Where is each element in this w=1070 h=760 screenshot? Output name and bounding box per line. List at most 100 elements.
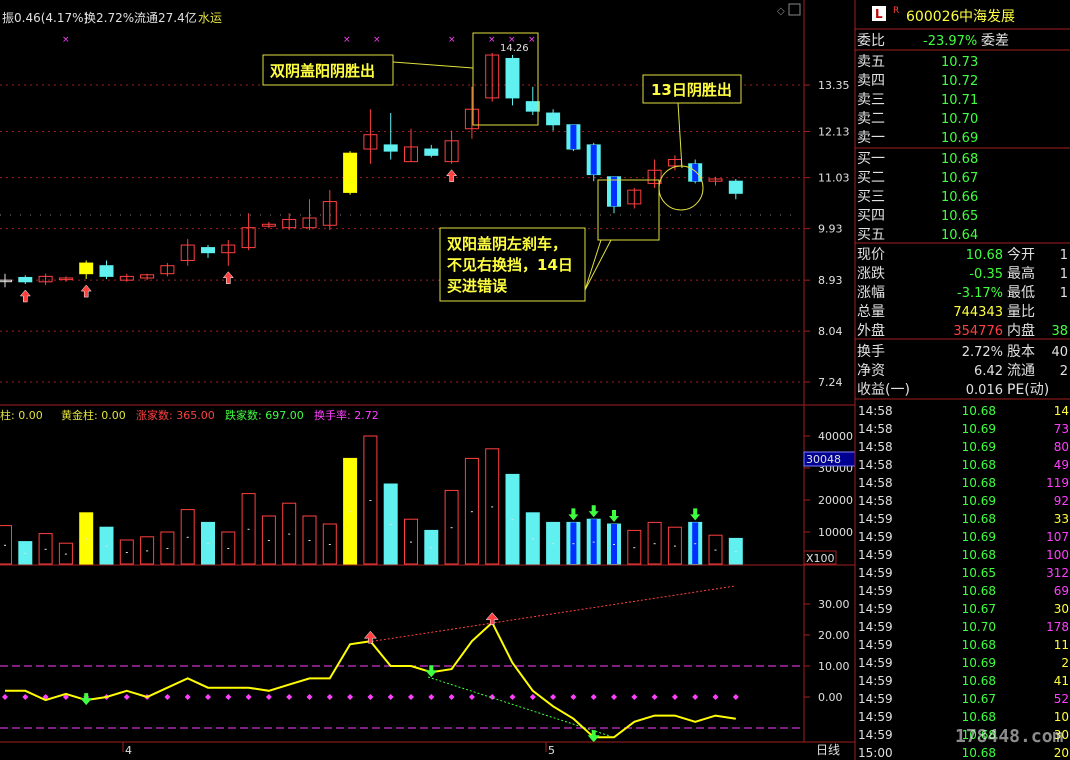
diamond-icon[interactable]: ◇ xyxy=(777,6,785,17)
volume-bar-dot xyxy=(267,540,270,541)
stat-label: 现价 xyxy=(857,247,885,263)
tick-time: 14:59 xyxy=(858,548,893,562)
tick-price: 10.69 xyxy=(962,530,996,544)
signal-marker: × xyxy=(373,35,381,45)
stock-name: 中海发展 xyxy=(959,9,1015,25)
tick-time: 14:59 xyxy=(858,512,893,526)
volume-bar-dot xyxy=(734,551,737,553)
ask-label: 卖四 xyxy=(857,73,885,89)
tick-time: 14:59 xyxy=(858,566,893,580)
tick-volume: 41 xyxy=(1054,674,1069,688)
volume-bar-dot xyxy=(125,552,128,553)
stat-value: 2.72% xyxy=(962,345,1003,360)
tick-time: 14:58 xyxy=(858,476,893,490)
candle-body xyxy=(343,152,358,193)
tick-price: 10.68 xyxy=(962,638,996,652)
volume-bar-dot xyxy=(308,540,311,541)
info-header: 振0.46(4.17%) 换2.72% 流通27.4亿 水运 xyxy=(2,10,222,25)
signal-marker: × xyxy=(448,35,456,45)
candle-body xyxy=(728,180,743,194)
signal-marker: × xyxy=(528,35,536,45)
osc-tick-label: 30.00 xyxy=(818,598,850,611)
stat-label: 涨幅 xyxy=(857,285,885,301)
bid-label: 买三 xyxy=(857,189,885,205)
volume-bar-dot xyxy=(613,544,615,545)
tick-volume: 20 xyxy=(1054,746,1069,760)
stat-label: 换手 xyxy=(857,343,885,360)
ask-label: 卖三 xyxy=(857,92,885,108)
volume-bar-dot xyxy=(572,543,575,545)
tick-volume: 33 xyxy=(1054,512,1069,526)
volume-bar-dot xyxy=(714,549,717,551)
price-tick-label: 13.35 xyxy=(818,79,850,92)
price-tick-label: 7.24 xyxy=(818,376,843,389)
weicha-label: 委差 xyxy=(981,33,1009,49)
tick-price: 10.68 xyxy=(962,548,996,562)
tick-time: 15:00 xyxy=(858,746,893,760)
bid-label: 买一 xyxy=(857,151,885,167)
volume-bar-dot xyxy=(24,552,27,554)
signal-marker: × xyxy=(62,35,70,45)
tick-time: 14:58 xyxy=(858,494,893,508)
candle-body-core xyxy=(611,176,617,207)
candle-body xyxy=(525,101,540,112)
stat-label-right: 量比 xyxy=(1007,304,1035,320)
volume-bar-dot xyxy=(44,548,47,550)
candle-body xyxy=(79,262,94,275)
tick-volume: 312 xyxy=(1046,566,1069,580)
ask-price: 10.73 xyxy=(941,55,978,70)
period-label[interactable]: 日线 xyxy=(816,743,840,757)
tick-price: 10.65 xyxy=(962,566,996,580)
tick-time: 14:59 xyxy=(858,602,893,616)
stat-label: 收益(一) xyxy=(857,382,910,398)
watermark: 178448.com xyxy=(955,726,1064,747)
price-tick-label: 8.04 xyxy=(818,325,843,338)
bid-price: 10.67 xyxy=(941,171,978,186)
tick-volume: 80 xyxy=(1054,440,1069,454)
tick-time: 14:59 xyxy=(858,674,893,688)
stat-value-right: 1 xyxy=(1060,286,1068,301)
volume-bar-dot xyxy=(673,545,676,547)
stat-value-right: 40 xyxy=(1051,345,1068,360)
tick-volume: 30 xyxy=(1054,602,1069,616)
bid-label: 买二 xyxy=(857,170,885,186)
badge-R: R xyxy=(893,6,899,16)
volume-bar-dot xyxy=(633,547,636,549)
tick-volume: 69 xyxy=(1054,584,1069,598)
bid-price: 10.68 xyxy=(941,152,978,167)
tick-time: 14:59 xyxy=(858,638,893,652)
float-cap-text: 流通27.4亿 xyxy=(134,10,197,25)
tick-volume: 178 xyxy=(1046,620,1069,634)
tick-price: 10.68 xyxy=(962,404,996,418)
ask-price: 10.69 xyxy=(941,131,978,146)
ask-label: 卖二 xyxy=(857,111,885,127)
stat-value: 6.42 xyxy=(974,364,1003,379)
stat-value: 0.016 xyxy=(966,383,1003,398)
tick-price: 10.69 xyxy=(962,656,996,670)
ask-price: 10.70 xyxy=(941,112,978,127)
stock-chart-window: 13.3512.1311.039.938.938.047.24 × × × × … xyxy=(0,0,1070,760)
volume-bar-dot xyxy=(288,533,291,535)
tick-volume: 52 xyxy=(1054,692,1069,706)
indicator-label: 涨家数: 365.00 xyxy=(136,408,215,422)
ask-price: 10.71 xyxy=(941,93,978,108)
osc-tick-label: 20.00 xyxy=(818,629,850,642)
stat-value: -0.35 xyxy=(969,267,1003,282)
sector-text: 水运 xyxy=(198,11,222,25)
bid-label: 买四 xyxy=(857,208,885,224)
tick-price: 10.70 xyxy=(962,620,996,634)
tick-time: 14:59 xyxy=(858,728,893,742)
volume-bar-dot xyxy=(389,524,392,525)
tick-volume: 73 xyxy=(1054,422,1069,436)
tick-price: 10.69 xyxy=(962,440,996,454)
price-tick-label: 8.93 xyxy=(818,274,843,287)
annotation-bottom-line3: 买进错误 xyxy=(447,277,508,295)
bid-price: 10.66 xyxy=(941,190,978,205)
tick-price: 10.68 xyxy=(962,584,996,598)
peak-price-label: 14.26 xyxy=(500,43,529,54)
stat-label-right: 流通 xyxy=(1007,363,1035,379)
candle-body xyxy=(201,247,215,254)
tick-volume: 92 xyxy=(1054,494,1069,508)
candle-body xyxy=(99,265,114,277)
stat-value: 744343 xyxy=(953,305,1003,320)
